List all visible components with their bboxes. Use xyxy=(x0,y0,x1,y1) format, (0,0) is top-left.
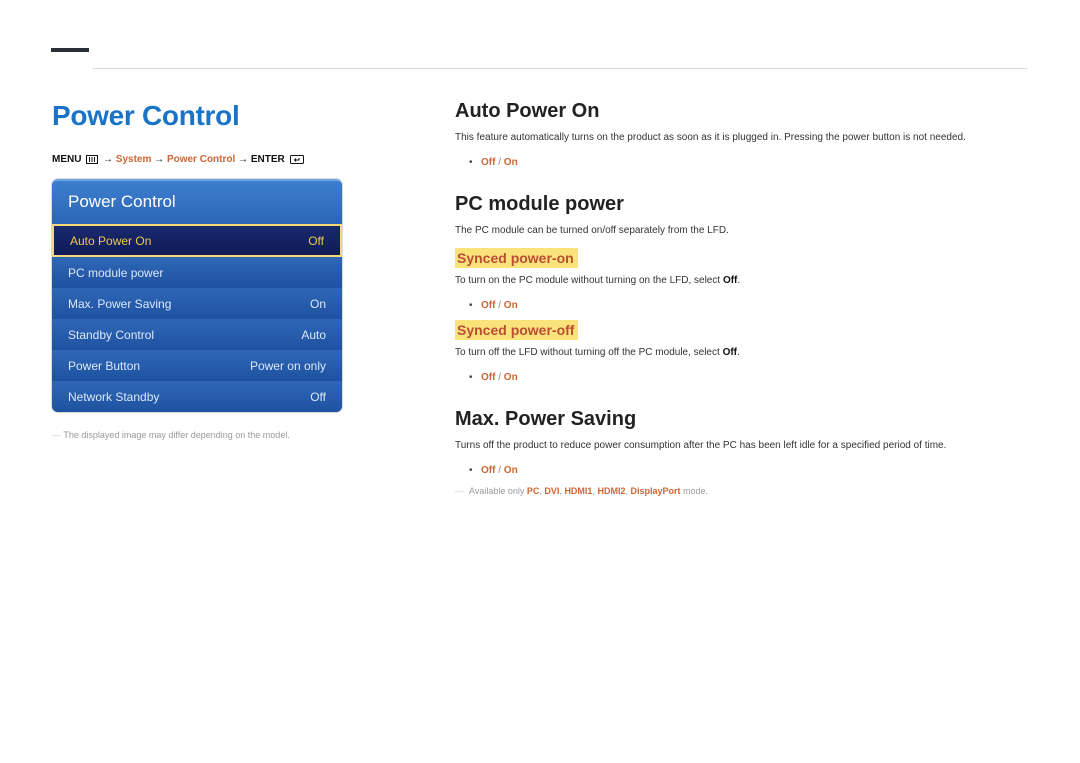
menu-panel-header: Power Control xyxy=(52,181,342,224)
menu-row-label: Network Standby xyxy=(68,390,159,404)
option-separator: / xyxy=(498,300,501,311)
section-desc: This feature automatically turns on the … xyxy=(455,131,1028,145)
option-on: On xyxy=(504,465,518,476)
breadcrumb: MENU → System → Power Control → ENTER xyxy=(52,154,415,165)
option-on: On xyxy=(504,300,518,311)
menu-row-label: PC module power xyxy=(68,266,163,280)
footnote-mode: HDMI2 xyxy=(597,486,625,496)
desc-text: . xyxy=(737,347,740,358)
option-item: Off / On xyxy=(481,463,1028,479)
subsection-title-synced-power-on: Synced power-on xyxy=(455,248,578,268)
menu-panel: Power Control Auto Power On Off PC modul… xyxy=(52,179,342,412)
section-desc: Turns off the product to reduce power co… xyxy=(455,439,1028,453)
menu-row-label: Auto Power On xyxy=(70,234,151,248)
menu-row-value: On xyxy=(310,297,326,311)
breadcrumb-system: System xyxy=(116,154,152,165)
breadcrumb-power-control: Power Control xyxy=(167,154,235,165)
desc-text: To turn on the PC module without turning… xyxy=(455,275,723,286)
option-on: On xyxy=(504,372,518,383)
header-divider xyxy=(92,68,1028,69)
breadcrumb-arrow: → xyxy=(238,154,248,165)
section-title-auto-power-on: Auto Power On xyxy=(455,100,1028,123)
footnote-mode: DisplayPort xyxy=(631,486,681,496)
menu-icon xyxy=(86,154,98,165)
footnote-mode: PC xyxy=(527,486,540,496)
breadcrumb-menu: MENU xyxy=(52,154,81,165)
desc-bold: Off xyxy=(723,347,737,358)
desc-text: . xyxy=(737,275,740,286)
section-desc: The PC module can be turned on/off separ… xyxy=(455,224,1028,238)
option-separator: / xyxy=(498,157,501,168)
option-on: On xyxy=(504,157,518,168)
availability-footnote: Available only PC, DVI, HDMI1, HDMI2, Di… xyxy=(455,485,1028,498)
right-column: Auto Power On This feature automatically… xyxy=(415,100,1028,498)
footnote-mode: DVI xyxy=(544,486,559,496)
menu-row-power-button[interactable]: Power Button Power on only xyxy=(52,350,342,381)
section-desc: To turn on the PC module without turning… xyxy=(455,274,1028,288)
menu-row-auto-power-on[interactable]: Auto Power On Off xyxy=(52,224,342,257)
menu-row-label: Power Button xyxy=(68,359,140,373)
breadcrumb-arrow: → xyxy=(103,154,113,165)
option-off: Off xyxy=(481,465,495,476)
option-list: Off / On xyxy=(455,155,1028,171)
option-item: Off / On xyxy=(481,298,1028,314)
menu-row-network-standby[interactable]: Network Standby Off xyxy=(52,381,342,412)
menu-row-pc-module-power[interactable]: PC module power xyxy=(52,257,342,288)
footnote-text: Available only xyxy=(469,486,527,496)
menu-row-value: Power on only xyxy=(250,359,326,373)
header-accent-bar xyxy=(51,48,89,52)
menu-row-label: Standby Control xyxy=(68,328,154,342)
footnote-text: mode. xyxy=(681,486,709,496)
footnote-mode: HDMI1 xyxy=(564,486,592,496)
option-item: Off / On xyxy=(481,155,1028,171)
panel-footnote: The displayed image may differ depending… xyxy=(52,430,415,442)
option-off: Off xyxy=(481,157,495,168)
desc-bold: Off xyxy=(723,275,737,286)
option-off: Off xyxy=(481,372,495,383)
desc-text: To turn off the LFD without turning off … xyxy=(455,347,723,358)
option-off: Off xyxy=(481,300,495,311)
breadcrumb-arrow: → xyxy=(154,154,164,165)
option-separator: / xyxy=(498,372,501,383)
section-desc: To turn off the LFD without turning off … xyxy=(455,346,1028,360)
subsection-title-synced-power-off: Synced power-off xyxy=(455,320,578,340)
menu-row-max-power-saving[interactable]: Max. Power Saving On xyxy=(52,288,342,319)
menu-row-standby-control[interactable]: Standby Control Auto xyxy=(52,319,342,350)
option-list: Off / On xyxy=(455,298,1028,314)
left-column: Power Control MENU → System → Power Cont… xyxy=(52,100,415,498)
menu-row-value: Off xyxy=(308,234,324,248)
option-list: Off / On xyxy=(455,463,1028,479)
option-separator: / xyxy=(498,465,501,476)
option-list: Off / On xyxy=(455,370,1028,386)
page-title: Power Control xyxy=(52,100,415,132)
menu-row-label: Max. Power Saving xyxy=(68,297,171,311)
menu-row-value: Off xyxy=(310,390,326,404)
menu-row-value: Auto xyxy=(301,328,326,342)
section-title-pc-module-power: PC module power xyxy=(455,193,1028,216)
section-title-max-power-saving: Max. Power Saving xyxy=(455,408,1028,431)
page-content: Power Control MENU → System → Power Cont… xyxy=(52,100,1028,498)
breadcrumb-enter: ENTER xyxy=(251,154,285,165)
enter-icon xyxy=(290,154,304,165)
option-item: Off / On xyxy=(481,370,1028,386)
